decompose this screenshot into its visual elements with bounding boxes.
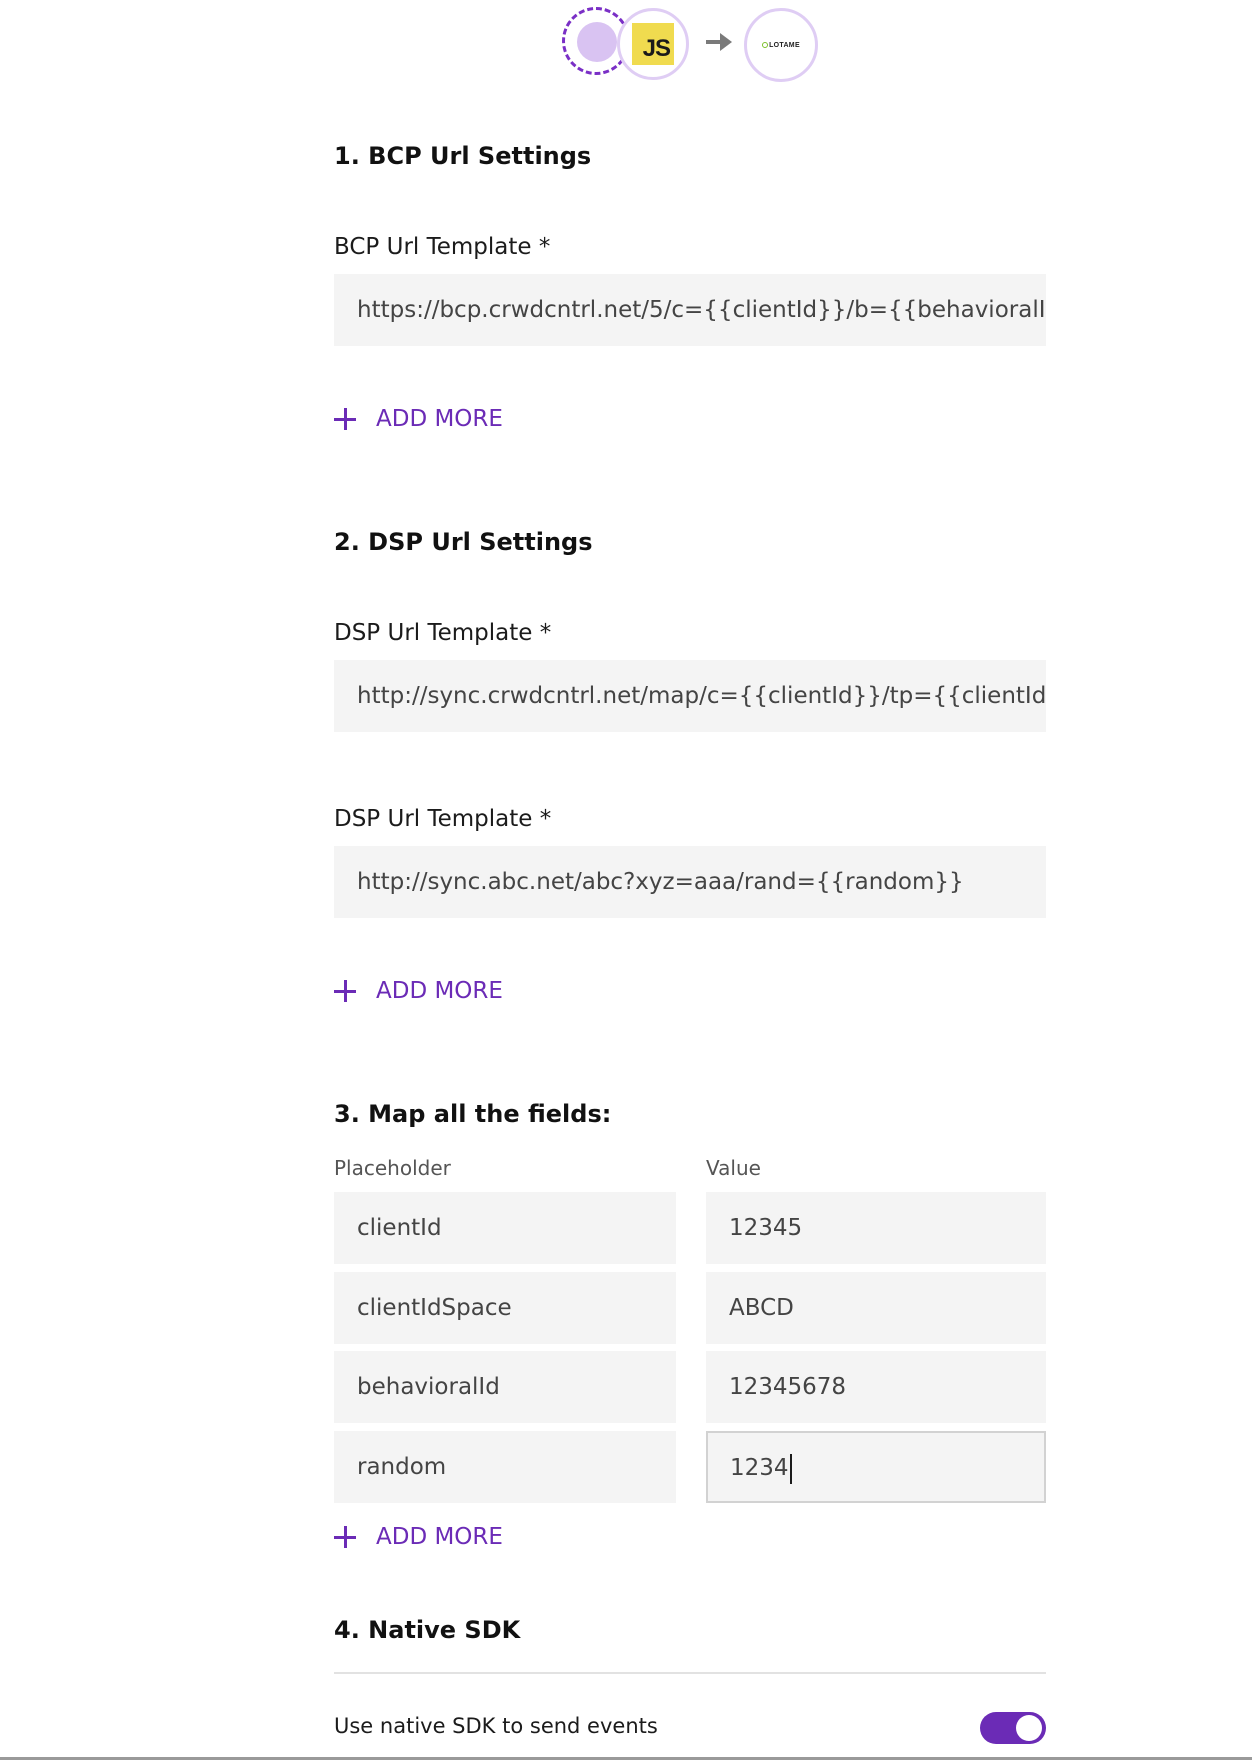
lotame-destination-icon: LOTAME xyxy=(744,8,818,82)
placeholder-input[interactable]: clientId xyxy=(334,1192,676,1264)
toggle-knob xyxy=(1016,1715,1042,1741)
placeholder-column-header: Placeholder xyxy=(334,1156,451,1180)
plus-icon xyxy=(334,980,356,1002)
mapping-add-more-button[interactable]: ADD MORE xyxy=(334,1524,503,1550)
bcp-section-title: 1. BCP Url Settings xyxy=(334,142,592,170)
placeholder-input[interactable]: clientIdSpace xyxy=(334,1272,676,1344)
mapping-section-title: 3. Map all the fields: xyxy=(334,1100,612,1128)
native-sdk-section-title: 4. Native SDK xyxy=(334,1616,521,1644)
source-inner-circle-icon xyxy=(577,22,617,62)
placeholder-input[interactable]: behavioralId xyxy=(334,1351,676,1423)
placeholder-input[interactable]: random xyxy=(334,1431,676,1503)
add-more-label: ADD MORE xyxy=(376,1524,503,1550)
value-input[interactable]: 12345 xyxy=(706,1192,1046,1264)
dsp-url-template-input[interactable]: http://sync.crwdcntrl.net/map/c={{client… xyxy=(334,660,1046,732)
native-sdk-toggle-label: Use native SDK to send events xyxy=(334,1714,658,1738)
dsp-section-title: 2. DSP Url Settings xyxy=(334,528,593,556)
dsp-url-template-label: DSP Url Template * xyxy=(334,806,552,832)
bcp-url-template-label: BCP Url Template * xyxy=(334,234,551,260)
value-input[interactable]: 12345678 xyxy=(706,1351,1046,1423)
js-badge: JS xyxy=(632,23,674,65)
text-caret xyxy=(789,1453,792,1484)
lotame-logo: LOTAME xyxy=(762,42,800,49)
divider xyxy=(334,1672,1046,1674)
dsp-url-template-label: DSP Url Template * xyxy=(334,620,552,646)
bcp-add-more-button[interactable]: ADD MORE xyxy=(334,406,503,432)
add-more-label: ADD MORE xyxy=(376,406,503,432)
arrow-right-icon xyxy=(706,33,732,51)
value-input-text: 1234 xyxy=(730,1455,789,1481)
value-column-header: Value xyxy=(706,1156,761,1180)
bcp-url-template-input[interactable]: https://bcp.crwdcntrl.net/5/c={{clientId… xyxy=(334,274,1046,346)
dsp-url-template-input[interactable]: http://sync.abc.net/abc?xyz=aaa/rand={{r… xyxy=(334,846,1046,918)
plus-icon xyxy=(334,1526,356,1548)
dsp-add-more-button[interactable]: ADD MORE xyxy=(334,978,503,1004)
plus-icon xyxy=(334,408,356,430)
value-input[interactable]: ABCD xyxy=(706,1272,1046,1344)
value-input-focused[interactable]: 1234 xyxy=(706,1431,1046,1503)
add-more-label: ADD MORE xyxy=(376,978,503,1004)
